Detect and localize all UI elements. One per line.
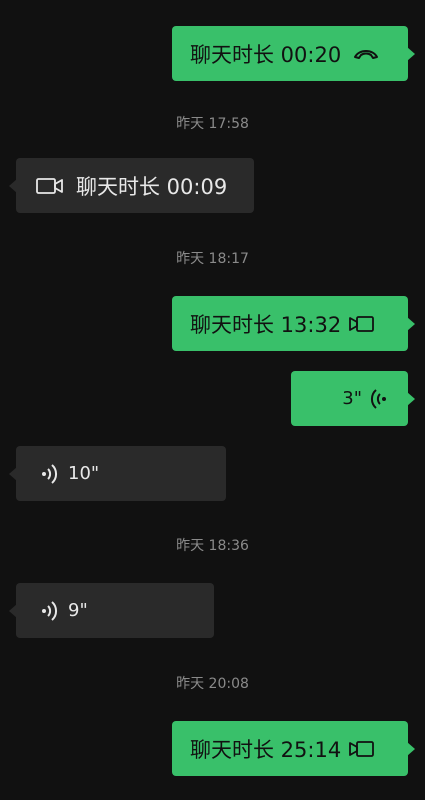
timestamp: 昨天 17:58 xyxy=(176,116,249,132)
voice-duration: 9" xyxy=(68,600,88,621)
voice-wave-icon xyxy=(40,463,58,485)
voice-message-bubble[interactable]: 10" xyxy=(9,446,226,501)
phone-hangup-icon xyxy=(353,47,379,61)
voice-message-bubble[interactable]: 3" xyxy=(291,371,415,426)
video-camera-icon xyxy=(349,315,375,333)
call-duration-label: 聊天时长 25:14 xyxy=(190,737,342,762)
call-record-bubble[interactable]: 聊天时长 13:32 xyxy=(172,296,415,351)
timestamp: 昨天 20:08 xyxy=(176,676,249,692)
voice-wave-icon xyxy=(370,388,388,410)
chat-view: 聊天时长 00:20 昨天 17:58 聊天时长 00:09 昨天 18:17 … xyxy=(0,0,425,800)
call-duration-label: 聊天时长 00:20 xyxy=(190,42,342,67)
voice-duration: 10" xyxy=(68,463,100,484)
voice-duration: 3" xyxy=(342,388,362,409)
call-duration-label: 聊天时长 13:32 xyxy=(190,312,342,337)
timestamp: 昨天 18:17 xyxy=(176,251,249,267)
call-record-bubble[interactable]: 聊天时长 25:14 xyxy=(172,721,415,776)
call-record-bubble[interactable]: 聊天时长 00:09 xyxy=(9,158,254,213)
voice-wave-icon xyxy=(40,600,58,622)
video-camera-icon xyxy=(36,177,64,195)
timestamp: 昨天 18:36 xyxy=(176,538,249,554)
voice-message-bubble[interactable]: 9" xyxy=(9,583,214,638)
video-camera-icon xyxy=(349,740,375,758)
call-duration-label: 聊天时长 00:09 xyxy=(76,174,228,199)
call-record-bubble[interactable]: 聊天时长 00:20 xyxy=(172,26,415,81)
